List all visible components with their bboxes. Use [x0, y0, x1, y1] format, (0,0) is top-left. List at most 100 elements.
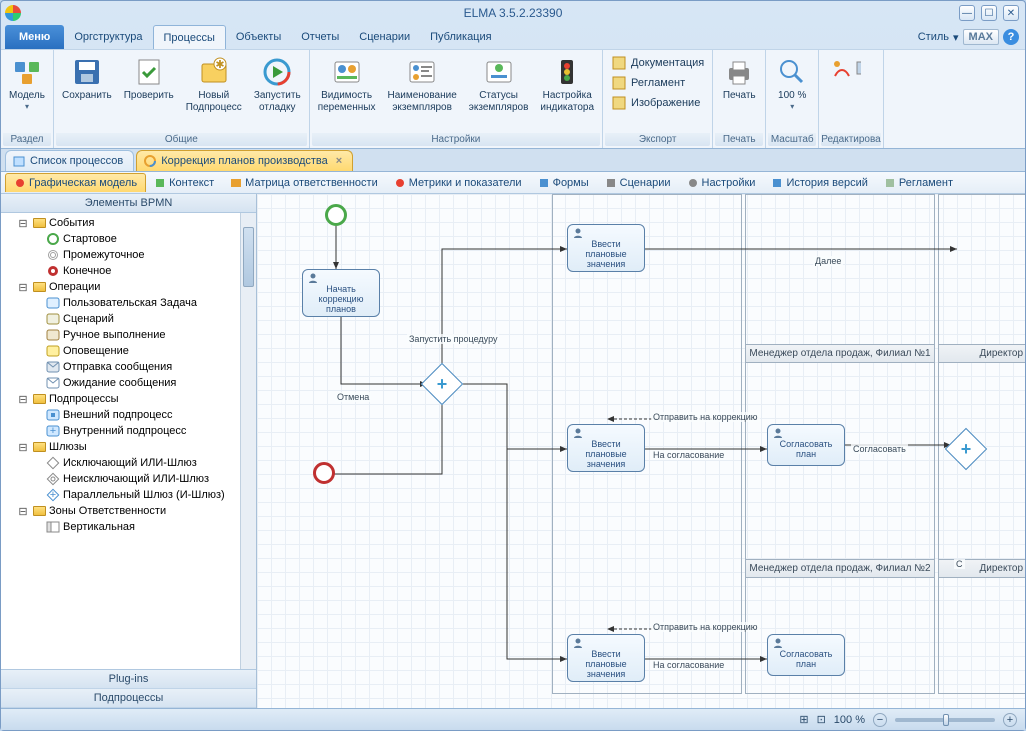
flow-label: Отправить на коррекцию	[651, 412, 760, 422]
subtab-4[interactable]: Формы	[530, 174, 597, 192]
snap-icon[interactable]: ⊡	[817, 713, 826, 726]
menu-tab-2[interactable]: Объекты	[226, 25, 291, 49]
tree-node-5[interactable]: Пользовательская Задача	[3, 295, 254, 311]
ribbon-print[interactable]: Печать	[715, 52, 763, 132]
bpmn-task[interactable]: Ввести плановые значения	[567, 224, 645, 272]
flow-label: Согласовать	[851, 444, 908, 454]
sidebar-subprocesses[interactable]: Подпроцессы	[1, 689, 256, 708]
tree-node-15[interactable]: Исключающий ИЛИ-Шлюз	[3, 455, 254, 471]
bpmn-task[interactable]: Начать коррекцию планов	[302, 269, 380, 317]
subtab-3[interactable]: Метрики и показатели	[386, 174, 530, 192]
maximize-button[interactable]: ☐	[981, 5, 997, 21]
menu-tab-0[interactable]: Оргструктура	[64, 25, 152, 49]
subtab-1[interactable]: Контекст	[146, 174, 222, 192]
ribbon: Модель▾РазделСохранитьПроверить✱НовыйПод…	[1, 49, 1025, 149]
ribbon-small-Изображение[interactable]: Изображение	[609, 94, 706, 112]
tree-node-19[interactable]: Вертикальная	[3, 519, 254, 535]
sidebar: Элементы BPMN ⊟СобытияСтартовоеПромежуто…	[1, 194, 257, 708]
tree-node-16[interactable]: Неисключающий ИЛИ-Шлюз	[3, 471, 254, 487]
tree-node-9[interactable]: Отправка сообщения	[3, 359, 254, 375]
bpmn-event[interactable]	[313, 462, 335, 484]
tree-node-1[interactable]: Стартовое	[3, 231, 254, 247]
zoom-slider[interactable]	[895, 718, 995, 722]
flow-label: С	[954, 559, 965, 569]
tree-node-7[interactable]: Ручное выполнение	[3, 327, 254, 343]
grid-icon[interactable]: ⊞	[799, 713, 808, 726]
window-title: ELMA 3.5.2.23390	[464, 6, 563, 20]
menu-tab-1[interactable]: Процессы	[153, 25, 226, 49]
tree-node-8[interactable]: Оповещение	[3, 343, 254, 359]
statusbar: ⊞ ⊡ 100 % − +	[1, 708, 1025, 730]
ribbon-debug[interactable]: Запуститьотладку	[248, 52, 307, 132]
subtab-8[interactable]: Регламент	[876, 174, 961, 192]
tree-node-3[interactable]: Конечное	[3, 263, 254, 279]
subtab-7[interactable]: История версий	[763, 174, 875, 192]
tree-node-11[interactable]: ⊟Подпроцессы	[3, 391, 254, 407]
bpmn-task[interactable]: Ввести плановые значения	[567, 634, 645, 682]
scrollbar[interactable]	[240, 213, 256, 669]
svg-text:✱: ✱	[215, 59, 224, 71]
minimize-button[interactable]: —	[959, 5, 975, 21]
max-badge[interactable]: MAX	[963, 29, 999, 45]
tree-node-13[interactable]: +Внутренний подпроцесс	[3, 423, 254, 439]
titlebar: ELMA 3.5.2.23390 — ☐ ✕	[1, 1, 1025, 25]
menu-tab-4[interactable]: Сценарии	[349, 25, 420, 49]
doc-tab-0[interactable]: Список процессов	[5, 150, 134, 171]
ribbon-naming[interactable]: Наименованиеэкземпляров	[381, 52, 462, 132]
flow-label: На согласование	[651, 660, 726, 670]
canvas-area[interactable]: Менеджер отдела продаж, Филиал №1Менедже…	[257, 194, 1025, 708]
svg-text:+: +	[50, 489, 56, 501]
subtab-6[interactable]: Настройки	[679, 174, 764, 192]
bpmn-task[interactable]: Ввести плановые значения	[567, 424, 645, 472]
ribbon-small-Регламент[interactable]: Регламент	[609, 74, 706, 92]
ribbon-new-sub[interactable]: ✱НовыйПодпроцесс	[180, 52, 248, 132]
app-icon	[5, 5, 21, 21]
bpmn-event[interactable]	[325, 204, 347, 226]
menu-tab-3[interactable]: Отчеты	[291, 25, 349, 49]
tree-node-6[interactable]: Сценарий	[3, 311, 254, 327]
ribbon-indicator[interactable]: Настройкаиндикатора	[534, 52, 600, 132]
subtab-2[interactable]: Матрица ответственности	[222, 174, 386, 192]
menu-button[interactable]: Меню	[5, 25, 64, 49]
tree-node-17[interactable]: +Параллельный Шлюз (И-Шлюз)	[3, 487, 254, 503]
tree-node-10[interactable]: Ожидание сообщения	[3, 375, 254, 391]
ribbon-statuses[interactable]: Статусыэкземпляров	[463, 52, 535, 132]
ribbon-model[interactable]: Модель▾	[3, 52, 51, 132]
ribbon-save[interactable]: Сохранить	[56, 52, 118, 132]
flow-label: Отмена	[335, 392, 371, 402]
zoom-out-button[interactable]: −	[873, 713, 887, 727]
menu-tab-5[interactable]: Публикация	[420, 25, 501, 49]
document-tabs: Список процессовКоррекция планов произво…	[1, 149, 1025, 172]
bpmn-gateway[interactable]: +	[951, 434, 981, 464]
ribbon-vis[interactable]: Видимостьпеременных	[312, 52, 382, 132]
ribbon-check[interactable]: Проверить	[118, 52, 180, 132]
subtab-5[interactable]: Сценарии	[597, 174, 679, 192]
sidebar-header: Элементы BPMN	[1, 194, 256, 213]
ribbon-edit-tools[interactable]	[821, 52, 869, 132]
bpmn-task[interactable]: Согласовать план	[767, 424, 845, 466]
flow-label: Далее	[813, 256, 843, 266]
sidebar-plugins[interactable]: Plug-ins	[1, 670, 256, 689]
bpmn-task[interactable]: Согласовать план	[767, 634, 845, 676]
style-label[interactable]: Стиль	[918, 31, 949, 43]
subtab-0[interactable]: Графическая модель	[5, 173, 146, 192]
flow-label: На согласование	[651, 450, 726, 460]
bpmn-tree[interactable]: ⊟СобытияСтартовоеПромежуточноеКонечное⊟О…	[1, 213, 256, 669]
close-icon[interactable]: ×	[336, 155, 342, 167]
ribbon-small-Документация[interactable]: Документация	[609, 54, 706, 72]
tree-node-14[interactable]: ⊟Шлюзы	[3, 439, 254, 455]
zoom-in-button[interactable]: +	[1003, 713, 1017, 727]
menubar: Меню ОргструктураПроцессыОбъектыОтчетыСц…	[1, 25, 1025, 49]
tree-node-0[interactable]: ⊟События	[3, 215, 254, 231]
help-icon[interactable]: ?	[1003, 29, 1019, 45]
close-button[interactable]: ✕	[1003, 5, 1019, 21]
tree-node-12[interactable]: Внешний подпроцесс	[3, 407, 254, 423]
tree-node-18[interactable]: ⊟Зоны Ответственности	[3, 503, 254, 519]
svg-text:+: +	[50, 425, 56, 437]
tree-node-4[interactable]: ⊟Операции	[3, 279, 254, 295]
tree-node-2[interactable]: Промежуточное	[3, 247, 254, 263]
bpmn-gateway[interactable]: +	[427, 369, 457, 399]
ribbon-zoom[interactable]: 100 %▾	[768, 52, 816, 132]
zoom-label: 100 %	[834, 714, 865, 726]
doc-tab-1[interactable]: Коррекция планов производства×	[136, 150, 353, 171]
